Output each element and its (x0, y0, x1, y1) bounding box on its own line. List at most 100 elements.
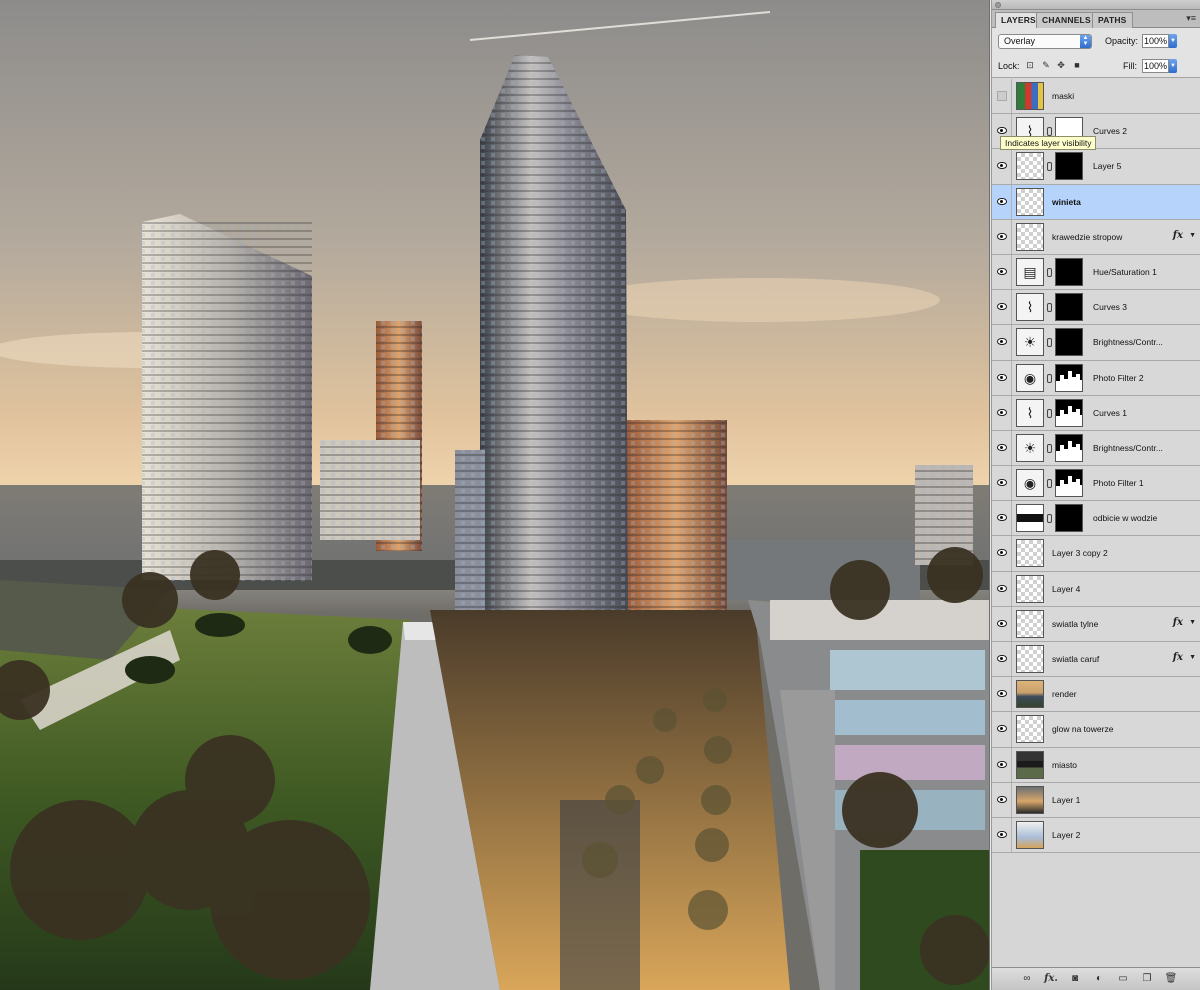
layer-row[interactable]: render (992, 677, 1200, 713)
visibility-toggle[interactable] (992, 817, 1012, 853)
layer-effects-icon[interactable]: fx (1173, 652, 1183, 663)
visibility-toggle[interactable] (992, 79, 1012, 114)
layer-thumbnail[interactable] (1016, 222, 1044, 251)
adjustment-thumbnail[interactable]: ◉ (1016, 469, 1044, 498)
layer-name[interactable]: Curves 1 (1093, 408, 1127, 418)
add-mask-icon[interactable]: ◙ (1068, 972, 1082, 986)
layer-row[interactable]: ◉ Photo Filter 2 (992, 360, 1200, 396)
layer-name[interactable]: maski (1052, 91, 1074, 101)
lock-all-icon[interactable]: ■ (1072, 60, 1082, 70)
mask-link-icon[interactable] (1047, 373, 1052, 383)
layer-row[interactable]: swiatla tylne fx ▼ (992, 606, 1200, 642)
layer-name[interactable]: Layer 4 (1052, 584, 1080, 594)
lock-position-icon[interactable]: ✥ (1056, 60, 1066, 70)
layer-name[interactable]: Layer 2 (1052, 830, 1080, 840)
visibility-toggle[interactable] (992, 747, 1012, 782)
trash-icon[interactable]: 🗑 (1164, 972, 1178, 986)
layer-effects-icon[interactable]: fx (1173, 617, 1183, 628)
panel-menu-icon[interactable]: ▾≡ (1186, 13, 1196, 24)
mask-link-icon[interactable] (1047, 479, 1052, 489)
layer-mask-thumbnail[interactable] (1055, 328, 1083, 357)
layer-row[interactable]: glow na towerze (992, 712, 1200, 748)
expand-effects-icon[interactable]: ▼ (1189, 654, 1196, 661)
mask-link-icon[interactable] (1047, 127, 1052, 137)
visibility-toggle[interactable] (992, 642, 1012, 677)
opacity-dropdown-icon[interactable]: ▼ (1169, 34, 1177, 48)
layer-name[interactable]: miasto (1052, 760, 1077, 770)
layer-thumbnail[interactable] (1016, 680, 1044, 709)
adjustment-thumbnail[interactable]: ☀ (1016, 433, 1044, 462)
lock-pixels-icon[interactable]: ✎ (1041, 60, 1051, 70)
layer-thumbnail[interactable] (1016, 750, 1044, 779)
mask-link-icon[interactable] (1047, 303, 1052, 313)
blend-mode-select[interactable]: Overlay ▲ ▼ (998, 34, 1092, 49)
tab-channels[interactable]: CHANNELS (1036, 12, 1097, 28)
mask-link-icon[interactable] (1047, 338, 1052, 348)
tab-layers[interactable]: LAYERS (995, 12, 1042, 28)
layer-thumbnail[interactable] (1016, 645, 1044, 673)
layer-name[interactable]: Photo Filter 2 (1093, 373, 1144, 383)
visibility-toggle[interactable] (992, 325, 1012, 360)
layer-mask-thumbnail[interactable] (1055, 398, 1083, 427)
layer-thumbnail[interactable] (1016, 574, 1044, 603)
visibility-toggle[interactable] (992, 466, 1012, 501)
layer-style-icon[interactable]: fx. (1044, 972, 1058, 986)
layer-name[interactable]: Hue/Saturation 1 (1093, 267, 1157, 277)
fill-input[interactable]: 100% (1142, 59, 1169, 73)
layer-mask-thumbnail[interactable] (1055, 152, 1083, 181)
visibility-toggle[interactable] (992, 782, 1012, 817)
visibility-toggle[interactable] (992, 149, 1012, 184)
layer-name[interactable]: Photo Filter 1 (1093, 478, 1144, 488)
visibility-toggle[interactable] (992, 430, 1012, 466)
layer-thumbnail[interactable] (1016, 152, 1044, 181)
mask-link-icon[interactable] (1047, 162, 1052, 172)
layer-mask-thumbnail[interactable] (1055, 504, 1083, 533)
layer-thumbnail[interactable] (1016, 785, 1044, 814)
layer-name[interactable]: krawedzie stropow (1052, 232, 1122, 242)
layer-mask-thumbnail[interactable] (1055, 363, 1083, 392)
adjustment-thumbnail[interactable]: ☀ (1016, 328, 1044, 357)
mask-link-icon[interactable] (1047, 443, 1052, 453)
visibility-toggle[interactable] (992, 290, 1012, 325)
adjustment-layer-icon[interactable]: ◐ (1092, 972, 1106, 986)
adjustment-thumbnail[interactable]: ⌇ (1016, 293, 1044, 322)
adjustment-thumbnail[interactable]: ⌇ (1016, 398, 1044, 427)
panel-close-icon[interactable] (995, 2, 1001, 8)
layer-effects-icon[interactable]: fx (1173, 230, 1183, 241)
layer-row[interactable]: Layer 1 (992, 782, 1200, 818)
link-layers-icon[interactable]: ∞ (1020, 972, 1034, 986)
layer-thumbnail[interactable] (1016, 820, 1044, 849)
layer-thumbnail[interactable] (1016, 504, 1044, 533)
layer-name[interactable]: Brightness/Contr... (1093, 337, 1163, 347)
mask-link-icon[interactable] (1047, 267, 1052, 277)
layer-mask-thumbnail[interactable] (1055, 433, 1083, 462)
layer-mask-thumbnail[interactable] (1055, 293, 1083, 322)
layer-row[interactable]: swiatla caruf fx ▼ (992, 642, 1200, 678)
layer-name[interactable]: winieta (1052, 197, 1081, 207)
visibility-toggle[interactable] (992, 606, 1012, 641)
mask-link-icon[interactable] (1047, 514, 1052, 524)
layer-mask-thumbnail[interactable] (1055, 257, 1083, 286)
layer-row[interactable]: ⌇ Curves 1 (992, 395, 1200, 431)
mask-link-icon[interactable] (1047, 408, 1052, 418)
layer-thumbnail[interactable] (1016, 82, 1044, 110)
expand-effects-icon[interactable]: ▼ (1189, 619, 1196, 626)
layer-name[interactable]: Brightness/Contr... (1093, 443, 1163, 453)
layer-name[interactable]: Layer 3 copy 2 (1052, 548, 1108, 558)
layer-name[interactable]: glow na towerze (1052, 724, 1113, 734)
new-layer-icon[interactable]: ❐ (1140, 972, 1154, 986)
layer-name[interactable]: Curves 3 (1093, 302, 1127, 312)
layer-row[interactable]: ☀ Brightness/Contr... (992, 430, 1200, 467)
visibility-toggle[interactable] (992, 501, 1012, 536)
expand-effects-icon[interactable]: ▼ (1189, 232, 1196, 239)
adjustment-thumbnail[interactable]: ▤ (1016, 257, 1044, 286)
layer-name[interactable]: render (1052, 689, 1077, 699)
new-group-icon[interactable]: ▭ (1116, 972, 1130, 986)
lock-transparency-icon[interactable]: ⊡ (1025, 60, 1035, 70)
fill-dropdown-icon[interactable]: ▼ (1169, 59, 1177, 73)
layer-name[interactable]: Layer 1 (1052, 795, 1080, 805)
layer-thumbnail[interactable] (1016, 609, 1044, 638)
visibility-toggle[interactable] (992, 536, 1012, 571)
layer-row[interactable]: ▤ Hue/Saturation 1 (992, 254, 1200, 291)
layer-row[interactable]: maski (992, 79, 1200, 115)
